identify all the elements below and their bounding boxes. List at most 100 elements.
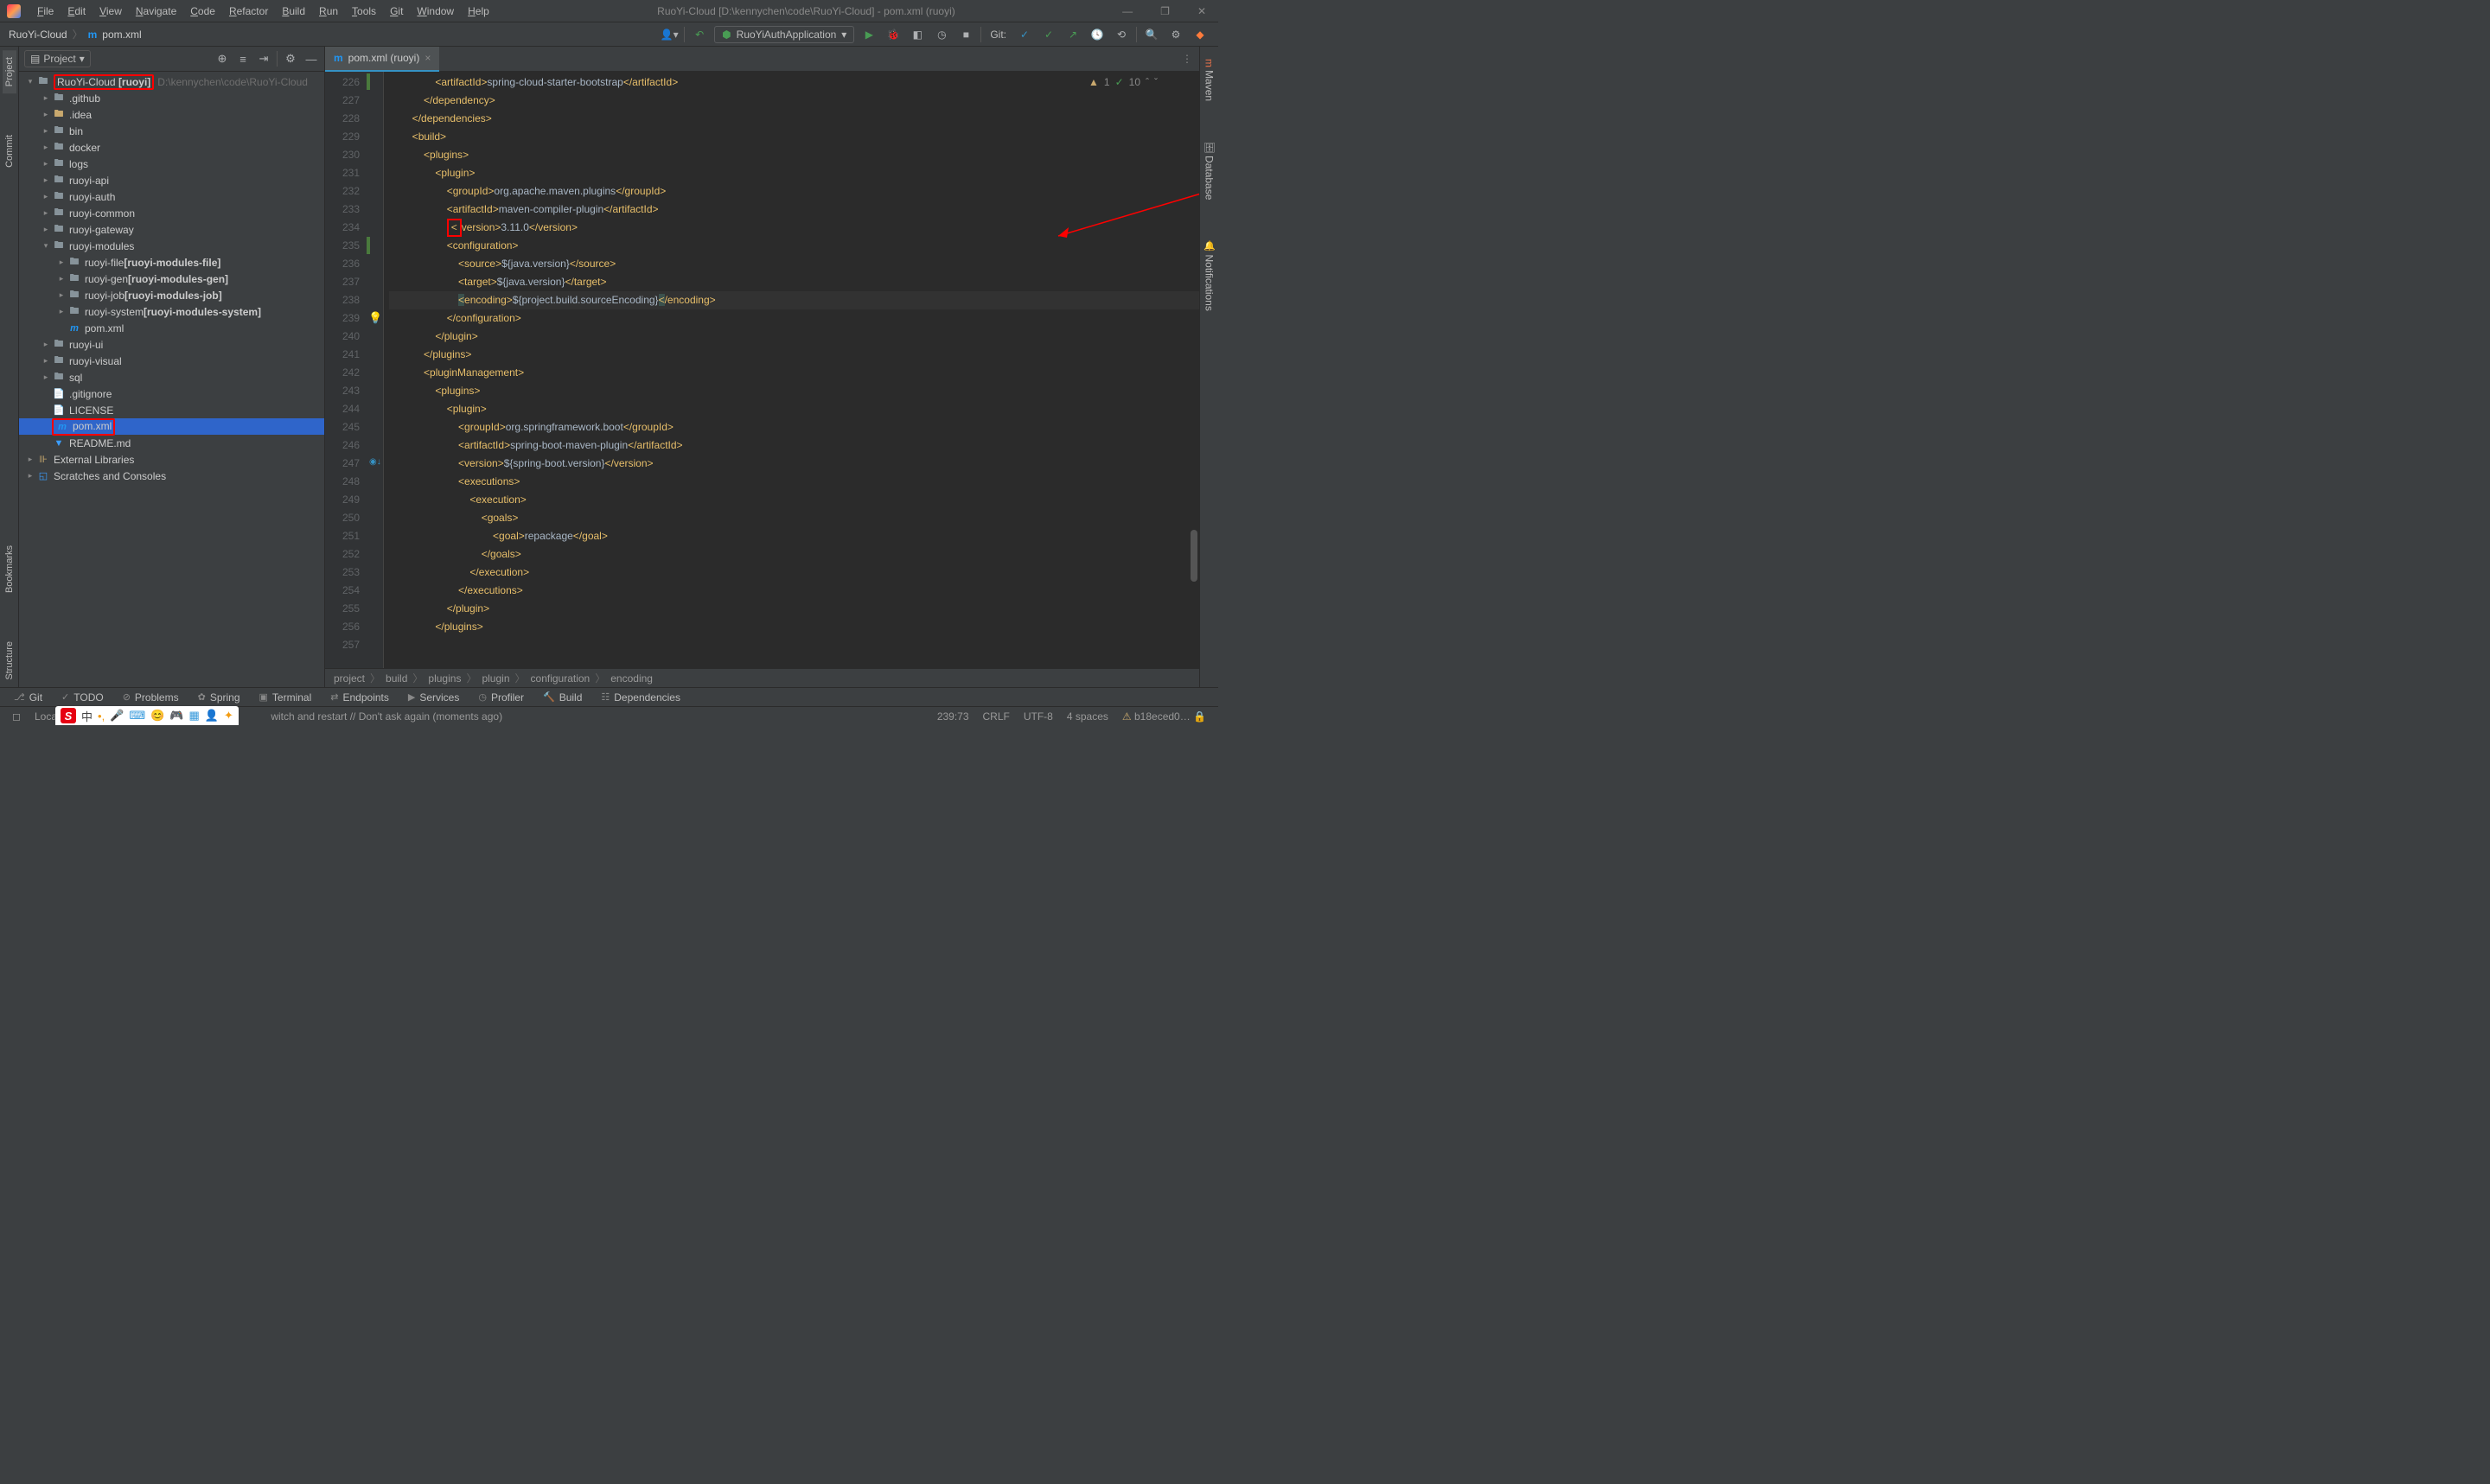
gutter-nav-icon[interactable]: ◉↓	[369, 457, 381, 467]
tree-item[interactable]: ▸⊪External Libraries	[19, 451, 324, 468]
profile-button[interactable]: ◷	[932, 25, 951, 44]
breadcrumb-file[interactable]: pom.xml	[102, 29, 141, 41]
tree-item[interactable]: ▸🖿ruoyi-visual	[19, 353, 324, 369]
menu-help[interactable]: Help	[462, 3, 495, 20]
settings-icon[interactable]: ⚙	[1166, 25, 1185, 44]
status-line-sep[interactable]: CRLF	[976, 710, 1017, 723]
sidebar-settings-icon[interactable]: ⚙	[283, 51, 298, 67]
menu-code[interactable]: Code	[184, 3, 221, 20]
tool-bookmarks[interactable]: Bookmarks	[3, 538, 16, 600]
tree-item[interactable]: ▸🖿ruoyi-gen [ruoyi-modules-gen]	[19, 271, 324, 287]
tree-item[interactable]: ▸🖿ruoyi-file [ruoyi-modules-file]	[19, 254, 324, 271]
bottom-tab-dependencies[interactable]: ☷Dependencies	[592, 690, 689, 705]
tree-item[interactable]: mpom.xml	[19, 418, 324, 435]
crumb-item[interactable]: project	[334, 672, 365, 685]
bottom-tab-terminal[interactable]: ▣Terminal	[251, 690, 321, 705]
ime-toolbar[interactable]: S 中 •, 🎤 ⌨ 😊 🎮 ▦ 👤 ✦	[55, 706, 239, 725]
status-message[interactable]: witch and restart // Don't ask again (mo…	[264, 710, 509, 723]
tree-item[interactable]: ▸🖿ruoyi-gateway	[19, 221, 324, 238]
status-caret-pos[interactable]: 239:73	[930, 710, 976, 723]
back-icon[interactable]: ↶	[690, 25, 709, 44]
users-icon[interactable]: 👤▾	[660, 25, 679, 44]
tree-item[interactable]: mpom.xml	[19, 320, 324, 336]
bottom-tab-build[interactable]: 🔨Build	[534, 690, 591, 705]
tree-item[interactable]: ▸🖿docker	[19, 139, 324, 156]
bottom-tab-spring[interactable]: ✿Spring	[189, 690, 249, 705]
intention-bulb-icon[interactable]: 💡	[368, 311, 382, 325]
editor-scrollbar[interactable]	[1191, 530, 1197, 582]
menu-git[interactable]: Git	[384, 3, 409, 20]
maximize-button[interactable]: ❐	[1155, 5, 1175, 17]
menu-tools[interactable]: Tools	[346, 3, 382, 20]
editor-tab[interactable]: m pom.xml (ruoyi) ×	[325, 47, 439, 72]
tool-maven[interactable]: m Maven	[1202, 52, 1217, 108]
tool-commit[interactable]: Commit	[3, 128, 16, 175]
tree-item[interactable]: ▸🖿ruoyi-auth	[19, 188, 324, 205]
tool-structure[interactable]: Structure	[3, 634, 16, 687]
tree-item[interactable]: ▸🖿ruoyi-ui	[19, 336, 324, 353]
inspection-widget[interactable]: ▲1 ✓10 ˆˇ	[1085, 74, 1161, 90]
run-config-selector[interactable]: ⬢ RuoYiAuthApplication ▾	[714, 26, 854, 43]
status-encoding[interactable]: UTF-8	[1017, 710, 1060, 723]
tree-item[interactable]: ▾🖿ruoyi-modules	[19, 238, 324, 254]
bottom-tab-problems[interactable]: ⊘Problems	[114, 690, 188, 705]
run-button[interactable]: ▶	[859, 25, 878, 44]
tree-item[interactable]: ▸🖿.idea	[19, 106, 324, 123]
menu-build[interactable]: Build	[276, 3, 311, 20]
tree-item[interactable]: ▸🖿ruoyi-api	[19, 172, 324, 188]
tree-item[interactable]: ▼README.md	[19, 435, 324, 451]
tree-root[interactable]: ▾🖿RuoYi-Cloud [ruoyi] D:\kennychen\code\…	[19, 73, 324, 90]
crumb-item[interactable]: plugins	[428, 672, 461, 685]
bottom-tab-git[interactable]: ⎇Git	[5, 690, 51, 705]
menu-window[interactable]: Window	[411, 3, 460, 20]
tool-notifications[interactable]: 🔔 Notifications	[1202, 233, 1217, 318]
status-indexing-icon[interactable]: ◻	[5, 710, 28, 723]
tree-item[interactable]: ▸🖿ruoyi-system [ruoyi-modules-system]	[19, 303, 324, 320]
breadcrumb-root[interactable]: RuoYi-Cloud	[9, 29, 67, 41]
code-content[interactable]: 配置版本号 <artifactId>spring-cloud-starter-b…	[384, 72, 1199, 668]
tabbar-more-icon[interactable]: ⋮	[1175, 53, 1199, 65]
git-pull-icon[interactable]: ✓	[1015, 25, 1034, 44]
coverage-button[interactable]: ◧	[908, 25, 927, 44]
sidebar-view-selector[interactable]: ▤Project▾	[24, 50, 91, 67]
tree-item[interactable]: ▸🖿bin	[19, 123, 324, 139]
bottom-tab-services[interactable]: ▶Services	[399, 690, 468, 705]
debug-button[interactable]: 🐞	[884, 25, 903, 44]
line-gutter[interactable]: 2262272282292302312322332342352362372382…	[325, 72, 367, 668]
menu-refactor[interactable]: Refactor	[223, 3, 274, 20]
minimize-button[interactable]: —	[1117, 5, 1138, 17]
status-indent[interactable]: 4 spaces	[1060, 710, 1115, 723]
tool-project[interactable]: Project	[3, 50, 16, 93]
crumb-item[interactable]: encoding	[610, 672, 653, 685]
locate-icon[interactable]: ⊕	[214, 51, 230, 67]
collapse-icon[interactable]: ⇥	[256, 51, 271, 67]
code-area[interactable]: 2262272282292302312322332342352362372382…	[325, 72, 1199, 668]
search-icon[interactable]: 🔍	[1142, 25, 1161, 44]
menu-edit[interactable]: Edit	[61, 3, 92, 20]
menu-run[interactable]: Run	[313, 3, 344, 20]
tree-item[interactable]: ▸🖿ruoyi-common	[19, 205, 324, 221]
git-history-icon[interactable]: 🕓	[1088, 25, 1107, 44]
crumb-item[interactable]: build	[386, 672, 407, 685]
tree-item[interactable]: ▸🖿sql	[19, 369, 324, 385]
bottom-tab-profiler[interactable]: ◷Profiler	[469, 690, 533, 705]
bottom-tab-todo[interactable]: ✓TODO	[53, 690, 112, 705]
tree-item[interactable]: ▸🖿ruoyi-job [ruoyi-modules-job]	[19, 287, 324, 303]
project-breadcrumb[interactable]: RuoYi-Cloud 〉 m pom.xml	[9, 27, 142, 41]
crumb-item[interactable]: configuration	[531, 672, 591, 685]
close-button[interactable]: ✕	[1192, 5, 1211, 17]
sidebar-hide-icon[interactable]: —	[303, 51, 319, 67]
project-tree[interactable]: ▾🖿RuoYi-Cloud [ruoyi] D:\kennychen\code\…	[19, 72, 324, 687]
editor-breadcrumbs[interactable]: project〉build〉plugins〉plugin〉configurati…	[325, 668, 1199, 687]
git-revert-icon[interactable]: ⟲	[1112, 25, 1131, 44]
tree-item[interactable]: 📄.gitignore	[19, 385, 324, 402]
menu-file[interactable]: File	[31, 3, 60, 20]
bottom-tab-endpoints[interactable]: ⇄Endpoints	[322, 690, 398, 705]
menu-navigate[interactable]: Navigate	[130, 3, 182, 20]
tree-item[interactable]: ▸◱Scratches and Consoles	[19, 468, 324, 484]
status-git-branch[interactable]: ⚠ b18eced0… 🔒	[1115, 710, 1213, 723]
git-push-icon[interactable]: ↗	[1063, 25, 1082, 44]
tree-item[interactable]: ▸🖿.github	[19, 90, 324, 106]
tree-item[interactable]: ▸🖿logs	[19, 156, 324, 172]
stop-button[interactable]: ■	[956, 25, 975, 44]
